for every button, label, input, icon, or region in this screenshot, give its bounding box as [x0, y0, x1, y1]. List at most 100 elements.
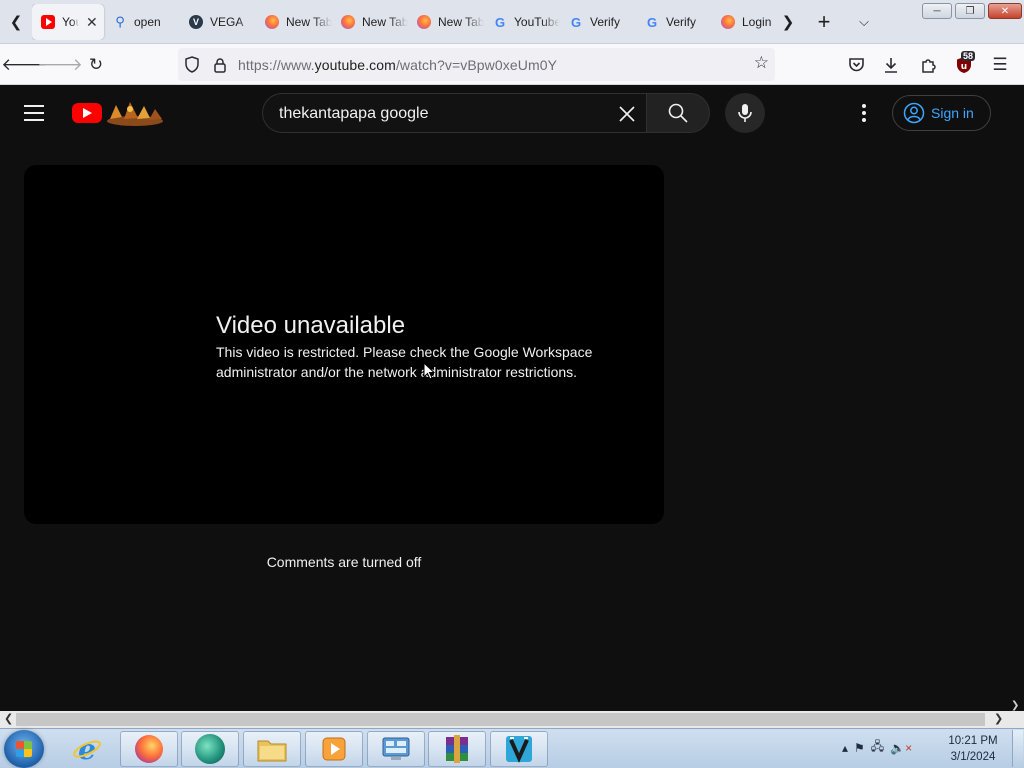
tab-label: New Tab [362, 15, 408, 29]
show-hidden-icons-icon[interactable]: ▴ [842, 741, 848, 755]
forward-button[interactable]: 🡒 [37, 50, 83, 80]
new-tab-button[interactable]: + [812, 8, 836, 36]
action-center-flag-icon[interactable]: ⚑ [854, 741, 865, 755]
bookmark-star-icon[interactable]: ☆ [754, 53, 769, 73]
vertical-scrollbar[interactable]: ❯ [1008, 85, 1024, 713]
system-tray: ▴ ⚑ 🖧 🔈× [842, 737, 912, 758]
youtube-doodle-logo[interactable] [104, 97, 166, 127]
tab-label: YouTube [514, 15, 560, 29]
tab-vega[interactable]: V VEGA [180, 4, 256, 40]
search-box[interactable]: thekantapapa google [262, 93, 647, 133]
tab-label: New Tab [438, 15, 484, 29]
webcam-app-taskbar-button[interactable] [181, 731, 239, 767]
tab-label: open [134, 15, 161, 29]
settings-more-icon[interactable] [852, 101, 876, 125]
vega-favicon-icon: V [189, 15, 203, 29]
extensions-puzzle-icon[interactable] [913, 50, 943, 80]
tab-youtube-active[interactable]: YouTube ✕ [32, 4, 104, 40]
tabs-scroll-left-icon[interactable]: ❮ [2, 6, 30, 38]
url-text[interactable]: https://www.youtube.com/watch?v=vBpw0xeU… [238, 57, 557, 73]
error-message: This video is restricted. Please check t… [216, 342, 616, 382]
google-favicon-icon: G [570, 14, 582, 30]
taskbar-clock[interactable]: 10:21 PM 3/1/2024 [940, 733, 1006, 765]
tab-new-tab-3[interactable]: New Tab [408, 4, 484, 40]
app-menu-hamburger-icon[interactable]: ☰ [985, 50, 1015, 80]
search-favicon-icon: ⚲ [115, 14, 125, 29]
navigation-toolbar: 🡐 🡒 ↻ https://www.youtube.com/watch?v=vB… [0, 44, 1024, 85]
google-favicon-icon: G [646, 14, 658, 30]
scroll-down-arrow-icon[interactable]: ❯ [1011, 700, 1019, 711]
list-all-tabs-button[interactable]: ⌵ [852, 8, 876, 36]
clock-date: 3/1/2024 [950, 751, 996, 763]
search-button[interactable] [646, 93, 710, 133]
scroll-left-arrow-icon[interactable]: ❮ [4, 712, 13, 725]
window-controls: ─ ❐ ✕ [922, 3, 1022, 19]
clear-search-icon[interactable] [611, 98, 643, 130]
tab-new-tab-2[interactable]: New Tab [332, 4, 408, 40]
pocket-icon[interactable] [841, 50, 871, 80]
back-button[interactable]: 🡐 [1, 50, 47, 80]
sign-in-label: Sign in [931, 105, 974, 121]
guide-menu-icon[interactable] [24, 101, 48, 125]
video-player[interactable]: Video unavailable This video is restrict… [24, 165, 664, 524]
start-button[interactable] [4, 730, 44, 768]
restore-button[interactable]: ❐ [955, 3, 985, 19]
horizontal-scroll-thumb[interactable] [16, 713, 985, 726]
search-input[interactable]: thekantapapa google [279, 105, 428, 123]
downloads-icon[interactable] [876, 50, 906, 80]
youtube-favicon-icon [41, 15, 55, 29]
video-editor-taskbar-button[interactable] [490, 731, 548, 767]
google-favicon-icon: G [494, 14, 506, 30]
winrar-icon [446, 735, 468, 763]
browser-tab-strip: ❮ YouTube ✕ ⚲ open V VEGA New Tab New Ta… [0, 0, 1024, 44]
volume-muted-icon[interactable]: 🔈× [890, 741, 912, 755]
scroll-right-arrow-icon[interactable]: ❯ [994, 712, 1003, 725]
close-tab-icon[interactable]: ✕ [86, 14, 100, 31]
voice-search-button[interactable] [725, 93, 765, 133]
tab-label: Verify [666, 15, 697, 29]
media-player-taskbar-button[interactable] [305, 731, 363, 767]
network-icon[interactable]: 🖧 [871, 737, 884, 758]
tab-open[interactable]: ⚲ open [104, 4, 180, 40]
extension-count-badge: 58 [961, 51, 976, 61]
comments-status: Comments are turned off [266, 554, 422, 570]
windows-taskbar: e ▴ ⚑ 🖧 🔈× 10:21 PM 3/1/2024 [0, 728, 1024, 768]
close-window-button[interactable]: ✕ [988, 3, 1022, 19]
control-panel-taskbar-button[interactable] [367, 731, 425, 767]
address-bar[interactable]: https://www.youtube.com/watch?v=vBpw0xeU… [178, 48, 775, 81]
clock-time: 10:21 PM [948, 735, 998, 747]
file-explorer-taskbar-button[interactable] [243, 731, 301, 767]
horizontal-scrollbar[interactable]: ❮ ❯ [0, 711, 1008, 728]
tab-label: YouTube [62, 15, 79, 29]
youtube-logo-icon[interactable] [72, 103, 102, 123]
internet-explorer-taskbar-button[interactable]: e [58, 731, 116, 767]
sign-in-button[interactable]: Sign in [892, 95, 991, 131]
tab-login[interactable]: Login [712, 4, 772, 40]
firefox-favicon-icon [721, 15, 735, 29]
firefox-taskbar-button[interactable] [120, 731, 178, 767]
minimize-button[interactable]: ─ [922, 3, 952, 19]
video-editor-icon [506, 736, 532, 763]
tab-new-tab-1[interactable]: New Tab [256, 4, 332, 40]
tab-verify-2[interactable]: G Verify [636, 4, 712, 40]
tab-label: Login [742, 15, 772, 29]
scrollbar-corner [1008, 711, 1024, 728]
firefox-icon [135, 735, 163, 763]
reload-button[interactable]: ↻ [81, 50, 111, 80]
account-icon [903, 102, 925, 124]
media-player-icon [322, 737, 346, 761]
error-message-line: administrator and/or the network adminis… [216, 364, 578, 380]
folder-icon [257, 740, 287, 762]
svg-text:u: u [961, 62, 967, 72]
firefox-favicon-icon [417, 15, 431, 29]
webcam-app-icon [195, 734, 225, 764]
tab-verify-1[interactable]: G Verify [560, 4, 636, 40]
lock-icon[interactable] [206, 48, 234, 81]
tabs-scroll-right-icon[interactable]: ❯ [774, 6, 802, 38]
show-desktop-button[interactable] [1012, 730, 1023, 767]
tracking-protection-shield-icon[interactable] [178, 48, 206, 81]
tab-youtube-google[interactable]: G YouTube [484, 4, 560, 40]
tab-label: VEGA [210, 15, 244, 29]
winrar-taskbar-button[interactable] [428, 731, 486, 767]
error-title: Video unavailable [216, 312, 406, 339]
